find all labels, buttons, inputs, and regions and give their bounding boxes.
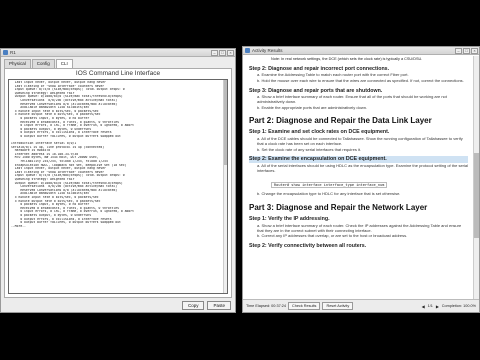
paste-button[interactable]: Paste — [207, 301, 231, 310]
reset-activity-button[interactable]: Reset Activity — [322, 302, 354, 310]
cli-output: Last input never, output never, output h… — [9, 80, 227, 229]
cli-scrollbar[interactable] — [223, 80, 227, 293]
activity-statusbar: Time Elapsed: 00:37:24 Check Results Res… — [243, 299, 479, 312]
instruction-item: a. All of the serial interfaces should b… — [257, 162, 469, 173]
minimize-icon[interactable]: – — [211, 49, 218, 56]
cli-panel-title: IOS Command Line Interface — [75, 70, 161, 77]
part-heading: Part 3: Diagnose and Repair the Network … — [249, 203, 428, 213]
step-heading: Step 1: Verify the IP addressing. — [249, 216, 330, 223]
cli-panel: IOS Command Line Interface Last input ne… — [4, 68, 232, 298]
next-page-icon[interactable]: ▶ — [436, 304, 439, 309]
packet-tracer-icon — [245, 48, 250, 53]
step-heading: Step 2: Examine the encapsulation on DCE… — [249, 156, 468, 163]
tab-physical[interactable]: Physical — [4, 59, 31, 68]
cli-terminal[interactable]: Last input never, output never, output h… — [8, 79, 228, 294]
instruction-item: b. Change the encapsulation type to HDLC… — [257, 191, 401, 197]
maximize-icon[interactable]: □ — [219, 49, 226, 56]
page-indicator: 1/1 — [427, 304, 433, 308]
step-heading: Step 1: Examine and set clock rates on D… — [249, 129, 390, 136]
completion-percent: Completion: 100.0% — [441, 304, 476, 308]
step-heading: Step 2: Verify connectivity between all … — [249, 243, 367, 250]
instruction-item: b. Correct any IP addresses that overlap… — [257, 233, 408, 239]
check-results-button[interactable]: Check Results — [287, 302, 321, 310]
instruction-item: b. Set the clock rate of any serial inte… — [257, 146, 362, 152]
minimize-icon[interactable]: – — [455, 47, 462, 54]
instruction-item: a. All of the DCE cables should be conne… — [257, 135, 463, 146]
activity-window: Activity Results – □ × Note: In real net… — [242, 46, 480, 313]
activity-window-titlebar[interactable]: Activity Results – □ × — [243, 47, 479, 55]
router-icon — [3, 50, 8, 55]
activity-window-title: Activity Results — [252, 48, 283, 53]
cli-scrollbar-thumb[interactable] — [224, 80, 227, 166]
copy-button[interactable]: Copy — [181, 301, 205, 310]
instruction-item: a. Show a brief interface summary of eac… — [257, 94, 447, 104]
tab-cli[interactable]: CLI — [55, 59, 73, 68]
router-cli-window: R1 – □ × Physical Config CLI IOS Command… — [0, 48, 236, 313]
command-example: Router# show interface interface_type in… — [271, 182, 388, 189]
instruction-item: b. Hold the mouse over each wire to ensu… — [257, 77, 464, 83]
cli-line: --More-- — [11, 224, 26, 228]
instructions-document[interactable]: Note: In real network settings, the DCE … — [246, 56, 471, 299]
instruction-item: b. Enable the appropriate ports that are… — [257, 104, 368, 110]
note-text: Note: In real network settings, the DCE … — [271, 57, 423, 61]
time-elapsed: Time Elapsed: 00:37:24 — [246, 304, 286, 308]
document-scrollbar-thumb[interactable] — [474, 153, 479, 239]
cli-window-tabs: Physical Config CLI — [1, 57, 235, 68]
part-heading: Part 2: Diagnose and Repair the Data Lin… — [249, 116, 432, 126]
instruction-item: a. Show a brief interface summary of eac… — [257, 222, 462, 233]
tab-config[interactable]: Config — [31, 59, 55, 68]
maximize-icon[interactable]: □ — [463, 47, 470, 54]
prev-page-icon[interactable]: ◀ — [422, 304, 425, 309]
document-scrollbar[interactable] — [473, 56, 479, 299]
close-icon[interactable]: × — [471, 47, 478, 54]
close-icon[interactable]: × — [227, 49, 234, 56]
cli-window-title: R1 — [10, 50, 16, 55]
cli-window-titlebar[interactable]: R1 – □ × — [1, 49, 235, 57]
